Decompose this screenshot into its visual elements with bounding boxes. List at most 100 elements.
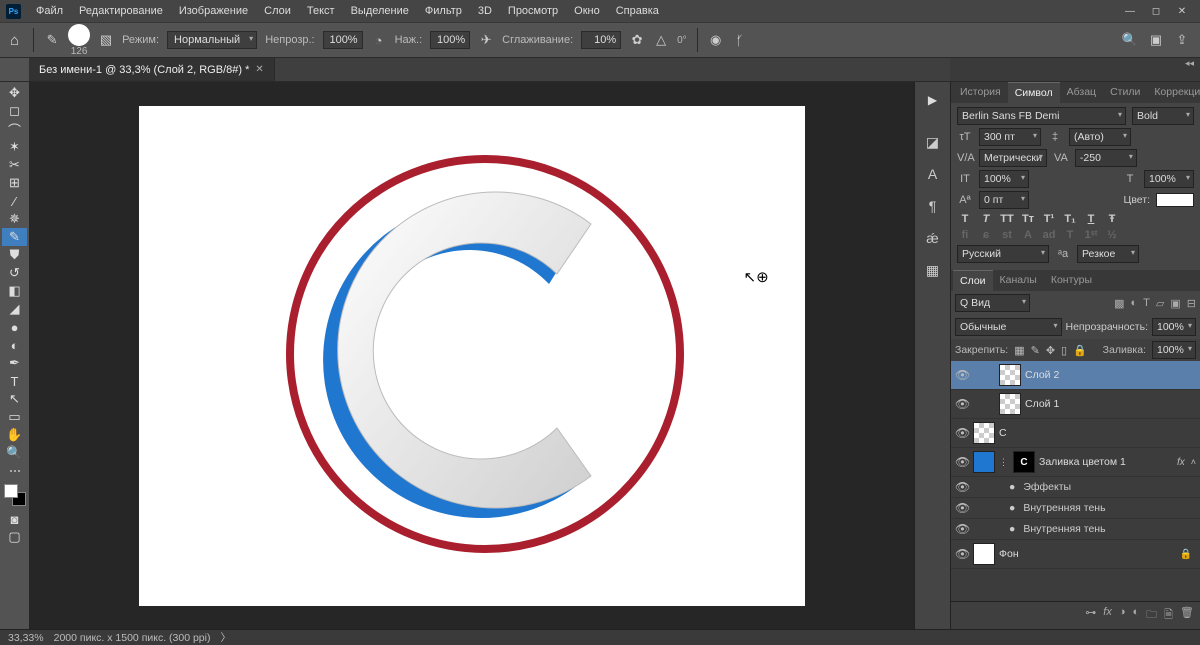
text-color-swatch[interactable] [1156, 193, 1194, 207]
layer-name[interactable]: C [999, 427, 1007, 439]
eyedropper-tool[interactable]: ⁄ [2, 192, 27, 210]
layer-name[interactable]: Фон [999, 548, 1019, 560]
hand-tool[interactable]: ✋ [2, 426, 27, 444]
subscript-btn[interactable]: T₁ [1062, 213, 1078, 225]
workspace-icon[interactable]: ▣ [1148, 32, 1164, 48]
paragraph-panel-icon[interactable]: ¶ [919, 192, 947, 220]
font-family-select[interactable]: Berlin Sans FB Demi [957, 107, 1126, 125]
fx-badge[interactable]: fx [1177, 457, 1187, 468]
layer-thumb[interactable] [999, 364, 1021, 386]
layer-filter-select[interactable]: Q Вид [955, 294, 1030, 312]
fg-color[interactable] [4, 484, 18, 498]
mask-link-icon[interactable]: ⋮ [999, 457, 1009, 468]
lasso-tool[interactable]: ⌒ [2, 120, 27, 138]
zoom-level[interactable]: 33,33% [8, 632, 44, 644]
menu-layer[interactable]: Слои [257, 3, 298, 19]
baseline-input[interactable]: 0 пт [979, 191, 1029, 209]
tab-character[interactable]: Символ [1008, 82, 1060, 103]
brush-panel-icon[interactable]: ▧ [98, 32, 114, 48]
home-icon[interactable]: ⌂ [6, 32, 23, 49]
play-action-icon[interactable]: ▶ [919, 86, 947, 114]
screenmode-icon[interactable]: ▢ [2, 528, 27, 546]
eraser-tool[interactable]: ◧ [2, 282, 27, 300]
fx-toggle-icon[interactable]: ˄ [1191, 457, 1196, 467]
tracking-input[interactable]: Метрически [979, 149, 1047, 167]
document-tab[interactable]: Без имени-1 @ 33,3% (Слой 2, RGB/8#) * ✕ [29, 58, 275, 81]
visibility-icon[interactable]: 👁 [955, 426, 969, 440]
search-icon[interactable]: 🔍 [1122, 32, 1138, 48]
angle-value[interactable]: 0° [677, 35, 687, 46]
tab-channels[interactable]: Каналы [993, 270, 1044, 291]
minimize-icon[interactable]: — [1124, 5, 1136, 17]
superscript-btn[interactable]: T¹ [1041, 213, 1057, 225]
dodge-tool[interactable]: ◐ [2, 336, 27, 354]
italic-btn[interactable]: T [978, 213, 994, 225]
zoom-tool[interactable]: 🔍 [2, 444, 27, 462]
filter-shape-icon[interactable]: ▱ [1156, 297, 1164, 310]
fill-layer-thumb[interactable] [973, 451, 995, 473]
ot-swash[interactable]: ɕ [978, 229, 994, 241]
tab-adjustments[interactable]: Коррекция [1147, 82, 1200, 103]
menu-3d[interactable]: 3D [471, 3, 499, 19]
layer-fx-row[interactable]: 👁 ●Эффекты [951, 477, 1200, 498]
blend-mode-select[interactable]: Нормальный [167, 31, 257, 49]
lock-artboard-icon[interactable]: ▯ [1061, 344, 1067, 357]
filter-smart-icon[interactable]: ▣ [1170, 297, 1180, 310]
tab-paragraph[interactable]: Абзац [1060, 82, 1103, 103]
font-weight-select[interactable]: Bold [1132, 107, 1194, 125]
ot-fractions[interactable]: ½ [1104, 229, 1120, 241]
document-info[interactable]: 2000 пикс. x 1500 пикс. (300 ppi) [54, 632, 211, 644]
ot-ordinals[interactable]: ad [1041, 229, 1057, 241]
tab-paths[interactable]: Контуры [1044, 270, 1099, 291]
layer-row[interactable]: 👁 Слой 1 [951, 390, 1200, 419]
layer-blend-select[interactable]: Обычные [955, 318, 1062, 336]
filter-toggle[interactable]: ⊟ [1187, 297, 1196, 310]
brush-preview[interactable] [68, 24, 90, 46]
visibility-icon[interactable]: 👁 [955, 501, 969, 515]
filter-pixel-icon[interactable]: ▩ [1114, 297, 1124, 310]
color-panel-icon[interactable]: ◪ [919, 128, 947, 156]
opacity-input[interactable]: 100% [323, 31, 363, 49]
layer-style-icon[interactable]: fx [1103, 606, 1112, 625]
delete-layer-icon[interactable]: 🗑 [1180, 606, 1194, 625]
visibility-icon[interactable]: 👁 [955, 455, 969, 469]
menu-edit[interactable]: Редактирование [72, 3, 170, 19]
visibility-icon[interactable]: 👁 [955, 397, 969, 411]
underline-btn[interactable]: T [1083, 213, 1099, 225]
healing-tool[interactable]: ✵ [2, 210, 27, 228]
path-select-tool[interactable]: ↖ [2, 390, 27, 408]
menu-filter[interactable]: Фильтр [418, 3, 469, 19]
smooth-input[interactable]: 10% [581, 31, 621, 49]
layer-row[interactable]: 👁 Слой 2 [951, 361, 1200, 390]
new-group-icon[interactable]: 🗀 [1146, 606, 1157, 625]
flow-input[interactable]: 100% [430, 31, 470, 49]
pen-tool[interactable]: ✒ [2, 354, 27, 372]
ot-fi[interactable]: fi [957, 229, 973, 241]
pressure-size-icon[interactable]: ◉ [708, 32, 724, 48]
move-tool[interactable]: ✥ [2, 84, 27, 102]
menu-view[interactable]: Просмотр [501, 3, 565, 19]
layer-row[interactable]: 👁 Фон 🔒 [951, 540, 1200, 569]
brush-tool-icon[interactable]: ✎ [44, 32, 60, 48]
vscale-input[interactable]: 100% [979, 170, 1029, 188]
canvas-area[interactable]: ↖⊕ [29, 82, 914, 629]
menu-help[interactable]: Справка [609, 3, 666, 19]
symmetry-icon[interactable]: ᚶ [732, 32, 748, 48]
layer-opacity-input[interactable]: 100% [1152, 318, 1196, 336]
layer-name[interactable]: Слой 2 [1025, 369, 1059, 381]
font-size-input[interactable]: 300 пт [979, 128, 1041, 146]
visibility-icon[interactable]: 👁 [955, 522, 969, 536]
menu-file[interactable]: Файл [29, 3, 70, 19]
lock-pixels-icon[interactable]: ▦ [1014, 344, 1024, 357]
swatches-panel-icon[interactable]: ▦ [919, 256, 947, 284]
mask-thumb[interactable]: C [1013, 451, 1035, 473]
layer-thumb[interactable] [973, 422, 995, 444]
layer-thumb[interactable] [999, 393, 1021, 415]
kerning-input[interactable]: -250 [1075, 149, 1137, 167]
aa-select[interactable]: Резкое [1077, 245, 1139, 263]
lock-position-icon[interactable]: ✎ [1031, 344, 1040, 357]
ot-1st[interactable]: 1ˢᵗ [1083, 229, 1099, 241]
layer-name[interactable]: Заливка цветом 1 [1039, 456, 1126, 468]
airbrush-icon[interactable]: ✈ [478, 32, 494, 48]
filter-type-icon[interactable]: T [1143, 297, 1150, 310]
